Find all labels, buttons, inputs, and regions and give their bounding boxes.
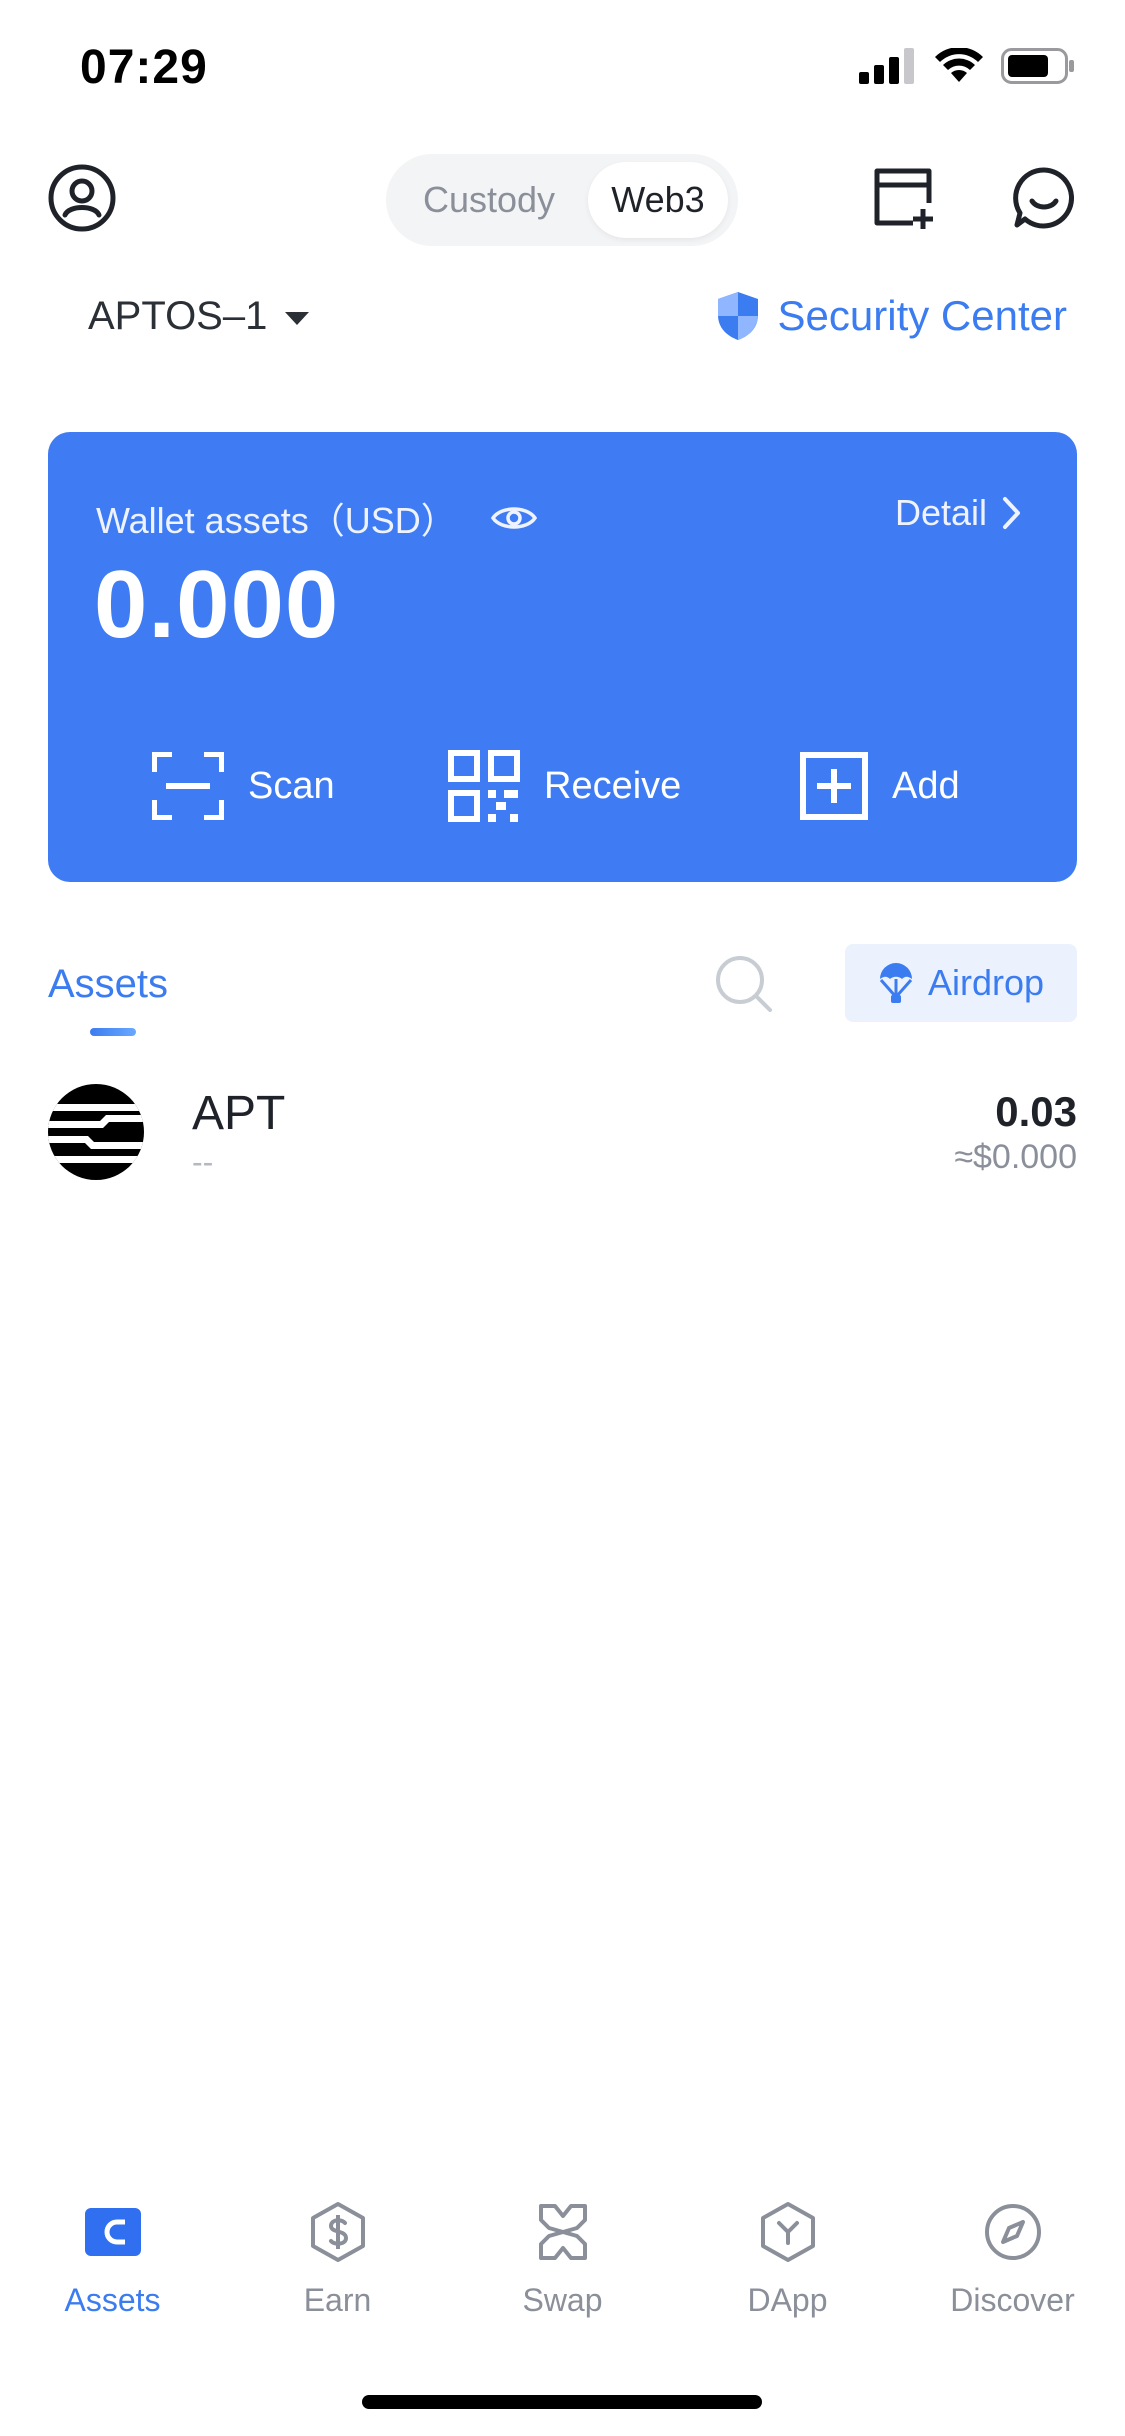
wallet-assets-label: Wallet assets（USD） bbox=[96, 500, 457, 541]
wallet-icon bbox=[84, 2208, 141, 2256]
dapp-hex-icon bbox=[760, 2202, 815, 2262]
assets-tab-row: Assets Airdrop bbox=[0, 940, 1125, 1050]
network-selector[interactable]: APTOS–1 bbox=[88, 294, 310, 339]
support-chat-button[interactable] bbox=[1008, 162, 1080, 234]
add-card-icon bbox=[874, 168, 933, 229]
account-mode-switch: Custody Web3 bbox=[386, 154, 738, 246]
wallet-card: Wallet assets（USD） Detail 0.000 Scan Rec… bbox=[48, 432, 1077, 882]
list-item[interactable]: APT -- 0.03 ≈$0.000 bbox=[0, 1080, 1125, 1190]
security-center-link[interactable]: Security Center bbox=[716, 290, 1067, 342]
shield-icon bbox=[717, 292, 758, 340]
airdrop-label: Airdrop bbox=[927, 962, 1045, 1003]
header: Custody Web3 bbox=[0, 150, 1125, 250]
network-name: APTOS–1 bbox=[88, 294, 268, 338]
status-time: 07:29 bbox=[80, 41, 208, 94]
nav-discover[interactable]: Discover bbox=[900, 2200, 1125, 2340]
eye-icon[interactable] bbox=[490, 503, 537, 533]
qr-code-icon bbox=[448, 750, 520, 822]
asset-subtitle: -- bbox=[192, 1144, 214, 1180]
apt-token-icon bbox=[48, 1084, 144, 1180]
security-center-label: Security Center bbox=[777, 292, 1067, 339]
asset-symbol: APT bbox=[192, 1087, 286, 1140]
battery-icon bbox=[1001, 48, 1074, 84]
add-button[interactable]: Add bbox=[800, 750, 960, 822]
scan-icon bbox=[152, 752, 224, 820]
nav-dapp[interactable]: DApp bbox=[675, 2200, 900, 2340]
airdrop-button[interactable]: Airdrop bbox=[845, 944, 1077, 1022]
add-icon bbox=[800, 752, 868, 820]
scan-button[interactable]: Scan bbox=[152, 750, 335, 822]
wifi-icon bbox=[935, 48, 983, 82]
detail-label: Detail bbox=[894, 492, 987, 533]
cellular-signal-icon bbox=[859, 48, 914, 84]
nav-assets[interactable]: Assets bbox=[0, 2200, 225, 2340]
tab-custody[interactable]: Custody bbox=[396, 162, 582, 238]
wallet-actions: Scan Receive Add bbox=[48, 750, 1077, 830]
swap-icon bbox=[538, 2204, 587, 2260]
bottom-nav: Assets Earn Swap DApp Discover bbox=[0, 2200, 1125, 2340]
compass-icon bbox=[984, 2204, 1041, 2260]
detail-link[interactable]: Detail bbox=[895, 492, 1021, 534]
nav-discover-label: Discover bbox=[950, 2282, 1075, 2318]
chevron-right-icon bbox=[1003, 497, 1020, 529]
caret-down-icon bbox=[285, 312, 310, 325]
parachute-icon bbox=[879, 963, 913, 1003]
nav-earn[interactable]: Earn bbox=[225, 2200, 450, 2340]
home-indicator bbox=[362, 2395, 762, 2409]
tab-active-indicator bbox=[90, 1028, 136, 1036]
dollar-hex-icon bbox=[310, 2202, 365, 2262]
tab-web3[interactable]: Web3 bbox=[588, 162, 728, 238]
nav-assets-label: Assets bbox=[64, 2282, 161, 2318]
asset-amount: 0.03 bbox=[995, 1088, 1077, 1135]
add-label: Add bbox=[892, 764, 960, 807]
status-icons bbox=[859, 48, 1075, 84]
add-card-button[interactable] bbox=[868, 162, 940, 234]
network-row: APTOS–1 Security Center bbox=[0, 290, 1125, 360]
nav-dapp-label: DApp bbox=[747, 2282, 828, 2318]
receive-label: Receive bbox=[544, 764, 682, 807]
nav-swap-label: Swap bbox=[522, 2282, 603, 2318]
status-bar: 07:29 bbox=[0, 0, 1125, 132]
nav-earn-label: Earn bbox=[303, 2282, 372, 2318]
asset-usd-value: ≈$0.000 bbox=[954, 1138, 1077, 1176]
search-icon[interactable] bbox=[712, 952, 776, 1016]
user-icon bbox=[48, 164, 116, 232]
receive-button[interactable]: Receive bbox=[448, 750, 681, 822]
scan-label: Scan bbox=[248, 764, 335, 807]
wallet-assets-label-row: Wallet assets（USD） bbox=[96, 492, 537, 544]
wallet-total-value: 0.000 bbox=[94, 551, 340, 658]
profile-button[interactable] bbox=[44, 160, 120, 236]
nav-swap[interactable]: Swap bbox=[450, 2200, 675, 2340]
tab-assets[interactable]: Assets bbox=[48, 962, 168, 1007]
chat-icon bbox=[1013, 167, 1075, 229]
